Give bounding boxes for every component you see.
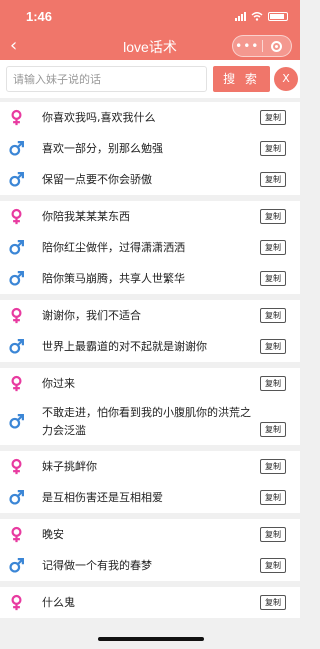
- list-item: 世界上最霸道的对不起就是谢谢你 复制: [0, 331, 300, 362]
- dialogue-group: 妹子挑衅你 复制 是互相伤害还是互相相爱 复制: [0, 451, 300, 513]
- list-item: 陪你策马崩腾，共享人世繁华 复制: [0, 263, 300, 294]
- male-icon: [8, 557, 25, 574]
- female-icon: [8, 594, 25, 611]
- dialogue-text: 你过来: [42, 376, 75, 390]
- battery-icon: [268, 11, 288, 21]
- male-icon: [8, 413, 25, 430]
- dialogue-group: 你过来 复制 不敢走进，怕你看到我的小腹肌你的洪荒之力会泛滥 复制: [0, 368, 300, 445]
- target-icon: [271, 40, 283, 52]
- list-item: 保留一点要不你会骄傲 复制: [0, 164, 300, 195]
- copy-button[interactable]: 复制: [260, 376, 286, 391]
- list-item: 你喜欢我吗,喜欢我什么 复制: [0, 102, 300, 133]
- dialogue-group: 晚安 复制 记得做一个有我的春梦 复制: [0, 519, 300, 581]
- dialogue-text: 不敢走进，怕你看到我的小腹肌你的洪荒之力会泛滥: [42, 406, 251, 437]
- female-icon: [8, 208, 25, 225]
- copy-button[interactable]: 复制: [260, 308, 286, 323]
- copy-button[interactable]: 复制: [260, 339, 286, 354]
- female-icon: [8, 458, 25, 475]
- list-item: 陪你红尘做伴，过得潇潇洒洒 复制: [0, 232, 300, 263]
- copy-button[interactable]: 复制: [260, 595, 286, 610]
- male-icon: [8, 140, 25, 157]
- search-input[interactable]: [6, 66, 207, 92]
- dialogue-group: 什么鬼 复制: [0, 587, 300, 618]
- signal-icon: [235, 11, 246, 21]
- male-icon: [8, 270, 25, 287]
- copy-button[interactable]: 复制: [260, 209, 286, 224]
- nav-bar: ‹ love话术 •••: [0, 34, 300, 60]
- status-time: 1:46: [26, 9, 53, 24]
- dialogue-text: 是互相伤害还是互相相爱: [42, 490, 163, 504]
- list-item: 你过来 复制: [0, 368, 300, 399]
- miniprogram-capsule: •••: [232, 35, 292, 57]
- status-bar: 1:46: [0, 0, 300, 34]
- list-item: 谢谢你，我们不适合 复制: [0, 300, 300, 331]
- copy-button[interactable]: 复制: [260, 172, 286, 187]
- dialogue-text: 妹子挑衅你: [42, 459, 97, 473]
- copy-button[interactable]: 复制: [260, 490, 286, 505]
- dialogue-text: 你陪我某某某东西: [42, 209, 130, 223]
- dialogue-text: 你喜欢我吗,喜欢我什么: [42, 110, 156, 124]
- dialogue-text: 世界上最霸道的对不起就是谢谢你: [42, 339, 207, 353]
- dialogue-group: 谢谢你，我们不适合 复制 世界上最霸道的对不起就是谢谢你 复制: [0, 300, 300, 362]
- male-icon: [8, 171, 25, 188]
- male-icon: [8, 489, 25, 506]
- male-icon: [8, 239, 25, 256]
- dialogue-group: 你喜欢我吗,喜欢我什么 复制 喜欢一部分，别那么勉强 复制 保留一点要不你会骄傲 复制: [0, 102, 300, 195]
- list-item: 妹子挑衅你 复制: [0, 451, 300, 482]
- clear-button[interactable]: X: [274, 67, 298, 91]
- dialogue-list: 你喜欢我吗,喜欢我什么 复制 喜欢一部分，别那么勉强 复制 保留一点要不你会骄傲 复制 你陪…: [0, 102, 300, 624]
- search-bar: 搜 索 X: [0, 60, 300, 98]
- copy-button[interactable]: 复制: [260, 422, 286, 437]
- search-button[interactable]: 搜 索: [213, 66, 270, 92]
- dialogue-text: 晚安: [42, 527, 64, 541]
- list-item: 晚安 复制: [0, 519, 300, 550]
- copy-button[interactable]: 复制: [260, 271, 286, 286]
- dialogue-text: 喜欢一部分，别那么勉强: [42, 141, 163, 155]
- status-icons: [235, 11, 288, 21]
- list-item: 你陪我某某某东西 复制: [0, 201, 300, 232]
- female-icon: [8, 307, 25, 324]
- dialogue-text: 什么鬼: [42, 595, 75, 609]
- copy-button[interactable]: 复制: [260, 240, 286, 255]
- list-item: 记得做一个有我的春梦 复制: [0, 550, 300, 581]
- wifi-icon: [251, 12, 263, 21]
- copy-button[interactable]: 复制: [260, 141, 286, 156]
- dialogue-text: 记得做一个有我的春梦: [42, 558, 152, 572]
- home-indicator: [98, 637, 204, 641]
- list-item: 是互相伤害还是互相相爱 复制: [0, 482, 300, 513]
- female-icon: [8, 375, 25, 392]
- dialogue-text: 保留一点要不你会骄傲: [42, 172, 152, 186]
- close-miniprogram-button[interactable]: [263, 40, 292, 52]
- list-item: 不敢走进，怕你看到我的小腹肌你的洪荒之力会泛滥 复制: [0, 399, 300, 445]
- dialogue-text: 陪你策马崩腾，共享人世繁华: [42, 271, 185, 285]
- more-button[interactable]: •••: [233, 40, 262, 52]
- male-icon: [8, 338, 25, 355]
- dialogue-text: 陪你红尘做伴，过得潇潇洒洒: [42, 240, 185, 254]
- female-icon: [8, 526, 25, 543]
- list-item: 什么鬼 复制: [0, 587, 300, 618]
- dialogue-text: 谢谢你，我们不适合: [42, 308, 141, 322]
- copy-button[interactable]: 复制: [260, 110, 286, 125]
- copy-button[interactable]: 复制: [260, 459, 286, 474]
- dialogue-group: 你陪我某某某东西 复制 陪你红尘做伴，过得潇潇洒洒 复制 陪你策马崩腾，共享人世繁华 复制: [0, 201, 300, 294]
- copy-button[interactable]: 复制: [260, 527, 286, 542]
- copy-button[interactable]: 复制: [260, 558, 286, 573]
- list-item: 喜欢一部分，别那么勉强 复制: [0, 133, 300, 164]
- female-icon: [8, 109, 25, 126]
